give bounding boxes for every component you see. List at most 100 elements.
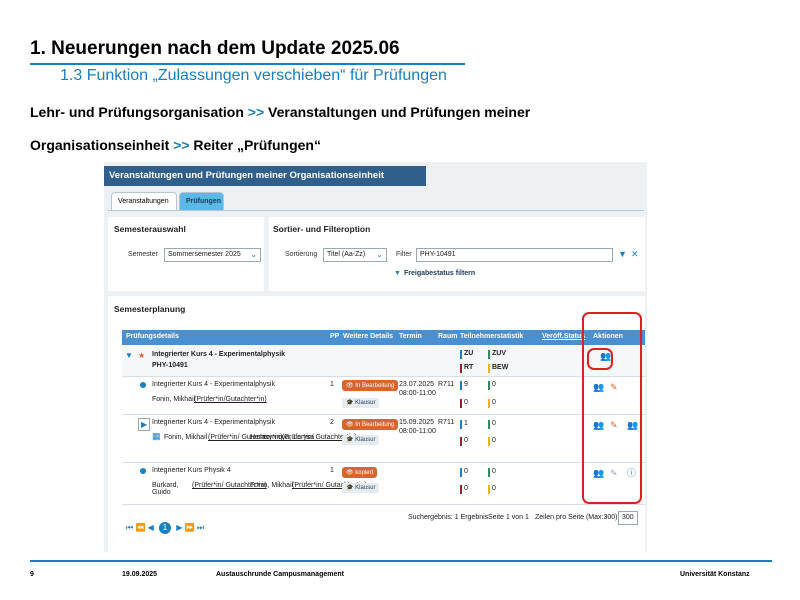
footer-event: Austauschrunde Campusmanagement (216, 571, 344, 578)
stat-marker (460, 350, 462, 359)
exam-room: R711 (438, 381, 455, 388)
clear-filter-icon[interactable]: ✕ (631, 250, 639, 259)
column-header-more-details: Weitere Details (343, 333, 394, 340)
column-header-details: Prüfungsdetails (126, 333, 179, 340)
examiner-name: Fonin, Mikhail (152, 396, 196, 403)
collapse-icon[interactable]: ▼ (125, 351, 133, 360)
slide-title: 1. Neuerungen nach dem Update 2025.06 (30, 38, 400, 59)
column-header-date: Termin (399, 333, 422, 340)
last-page-icon[interactable]: ⏭ (197, 523, 204, 532)
table-row[interactable]: ▶ Integrierter Kurs 4 - Experimentalphys… (122, 415, 645, 463)
row-title: Integrierter Kurs Physik 4 (152, 467, 231, 474)
release-status-filter-link[interactable]: Freigabestatus filtern (404, 270, 475, 277)
sort-select[interactable]: Titel (Aa-Zz) ⌄ (323, 248, 387, 262)
column-header-room: Raum (438, 333, 458, 340)
footer-rule (30, 560, 772, 562)
stat-marker (460, 437, 462, 446)
filter-label: Filter (396, 251, 412, 258)
status-badge: 👁 In Bearbeitung (342, 380, 399, 391)
funnel-icon: ▼ (394, 270, 401, 277)
move-admissions-highlight (587, 348, 613, 370)
path-separator: >> (173, 137, 190, 153)
footer-page-number: 9 (30, 571, 34, 578)
filter-options-box: Sortier- und Filteroption Sortierung Tit… (269, 217, 645, 291)
next-page-icon[interactable]: ▶ (176, 523, 182, 532)
exam-room: R711 (438, 419, 455, 426)
stat-marker (488, 364, 490, 373)
prev-page-icon[interactable]: ◀ (148, 523, 154, 532)
stat-marker (488, 468, 490, 477)
sort-label: Sortierung (285, 251, 318, 258)
tab-pruefungen[interactable]: Prüfungen (179, 192, 224, 210)
course-icon: ★ (138, 351, 146, 360)
stat-code-zuv: ZUV (492, 350, 506, 357)
column-header-publish-status[interactable]: Veröff.Status (542, 333, 585, 340)
tab-veranstaltungen[interactable]: Veranstaltungen (111, 192, 177, 210)
stat-marker (488, 485, 490, 494)
exam-dot-icon (140, 468, 146, 474)
stat-zuv: 0 (492, 420, 496, 427)
status-badge: 👁 kopiert (342, 467, 378, 478)
path-segment-pruefungen-tab: Reiter „Prüfungen“ (193, 137, 321, 153)
stat-marker (460, 381, 462, 390)
stat-code-rt: RT (464, 364, 474, 371)
table-row[interactable]: Integrierter Kurs 4 - Experimentalphysik… (122, 377, 645, 415)
stat-zu: 0 (464, 468, 468, 475)
page-info: Seite 1 von 1 (488, 514, 529, 521)
status-badge: 👁 In Bearbeitung (342, 419, 399, 430)
path-segment-lehrorganisation: Lehr- und Prüfungsorganisation (30, 104, 244, 120)
stat-rt: 0 (464, 437, 468, 444)
exam-type-badge: 🎓 Klausur (342, 483, 380, 493)
stat-zu: 1 (464, 420, 468, 427)
footer-organisation: Universität Konstanz (680, 571, 750, 578)
row-title: Integrierter Kurs 4 - Experimentalphysik (152, 419, 275, 426)
table-row[interactable]: Integrierter Kurs Physik 4 Burkard, Guid… (122, 463, 645, 505)
row-pp: 2 (330, 419, 334, 426)
exam-date: 15.09.2025 (399, 419, 435, 426)
row-title: Integrierter Kurs 4 - Experimentalphysik (152, 351, 286, 358)
stat-bew: 0 (492, 485, 496, 492)
table-row[interactable]: ▼ ★ Integrierter Kurs 4 - Experimentalph… (122, 345, 645, 377)
navigation-path-line-1: Lehr- und Prüfungsorganisation >> Verans… (30, 104, 530, 120)
exam-type-badge: 🎓 Klausur (342, 435, 380, 445)
filter-icon[interactable]: ▼ (618, 250, 627, 259)
stat-code-bew: BEW (492, 364, 509, 371)
current-page[interactable]: 1 (159, 522, 172, 534)
exam-time: 08:00-11:00 (399, 390, 436, 397)
column-header-pp: PP (330, 333, 340, 340)
navigation-path-line-2: Organisationseinheit >> Reiter „Prüfunge… (30, 137, 321, 153)
chevron-down-icon: ⌄ (376, 250, 383, 259)
semester-select[interactable]: Sommersemester 2025 ⌄ (164, 248, 261, 262)
app-header: Veranstaltungen und Prüfungen meiner Org… (104, 166, 426, 186)
stat-rt: 0 (464, 485, 468, 492)
stat-marker (488, 399, 490, 408)
pagination: ⏮ ⏪ ◀ 1 ▶ ⏩ ⏭ (126, 522, 204, 534)
expand-icon[interactable]: ▶ (138, 418, 151, 431)
stat-zu: 9 (464, 381, 468, 388)
stat-marker (460, 420, 462, 429)
semester-selection-title: Semesterauswahl (114, 224, 186, 234)
exam-date: 23.07.2025 (399, 381, 435, 388)
stat-marker (460, 468, 462, 477)
prev-block-icon[interactable]: ⏪ (135, 523, 145, 532)
semester-label: Semester (128, 251, 158, 258)
semester-select-value: Sommersemester 2025 (168, 251, 241, 258)
stat-rt: 0 (464, 399, 468, 406)
stat-marker (460, 364, 462, 373)
filter-options-title: Sortier- und Filteroption (273, 224, 371, 234)
next-block-icon[interactable]: ⏩ (185, 523, 195, 532)
examiner-name: Burkard, Guido (152, 482, 179, 496)
exam-dot-icon (140, 382, 146, 388)
row-pp: 1 (330, 381, 334, 388)
actions-column-highlight (582, 312, 642, 504)
path-segment-veranstaltungen: Veranstaltungen und Prüfungen meiner (268, 104, 531, 120)
stat-marker (488, 420, 490, 429)
filter-input[interactable]: PHY-10491 (416, 248, 613, 262)
app-screenshot-panel: Veranstaltungen und Prüfungen meiner Org… (104, 162, 647, 552)
stat-marker (488, 350, 490, 359)
stat-marker (488, 381, 490, 390)
first-page-icon[interactable]: ⏮ (126, 523, 133, 532)
title-underline (30, 63, 465, 65)
rows-per-page-input[interactable]: 300 (618, 511, 638, 525)
calendar-icon: ▦ (152, 431, 161, 441)
